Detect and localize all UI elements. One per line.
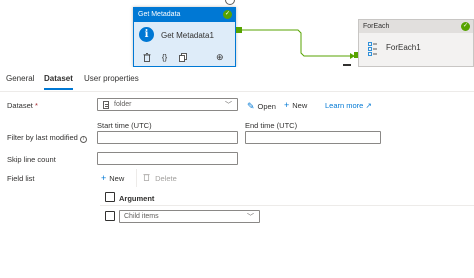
foreach-activity[interactable]: ForEach ✓ ForEach1 xyxy=(358,19,474,67)
learn-more-link[interactable]: Learn more ↗ xyxy=(325,101,372,110)
activity-name: ForEach1 xyxy=(386,43,421,52)
code-braces-icon[interactable]: {} xyxy=(160,53,169,64)
end-time-input[interactable] xyxy=(245,131,381,144)
activity-name: Get Metadata1 xyxy=(161,31,214,40)
start-time-input[interactable] xyxy=(97,131,238,144)
activity-type-header: ForEach ✓ xyxy=(359,20,473,33)
end-time-label: End time (UTC) xyxy=(245,121,298,130)
argument-column-header: Argument xyxy=(119,194,155,203)
activity-body: i Get Metadata1 {} ⊕ xyxy=(134,22,235,66)
learn-more-label: Learn more xyxy=(325,101,364,110)
skip-line-count-label: Skip line count xyxy=(7,155,56,164)
new-field-label: New xyxy=(109,174,125,183)
select-all-checkbox[interactable] xyxy=(105,192,115,202)
dataset-selected-value: folder xyxy=(114,101,132,108)
info-icon[interactable]: i xyxy=(79,136,87,143)
dataset-dropdown[interactable]: folder ﹀ xyxy=(97,98,238,111)
get-metadata-activity[interactable]: Get Metadata ✓ i Get Metadata1 {} ⊕ xyxy=(133,7,236,67)
field-list-grid-header xyxy=(100,188,474,206)
foreach-icon xyxy=(368,42,377,56)
command-separator xyxy=(136,169,137,187)
field-list-label: Field list xyxy=(7,174,35,183)
plus-icon: + xyxy=(284,100,290,110)
dataset-label-text: Dataset xyxy=(7,101,33,110)
activity-actions: {} xyxy=(142,53,187,64)
required-marker: * xyxy=(34,101,38,110)
properties-tab-bar: General Dataset User properties xyxy=(0,67,474,92)
open-dataset-button[interactable]: ✎ Open xyxy=(247,101,276,112)
output-arrow-icon[interactable]: ⊕ xyxy=(216,52,224,63)
delete-field-label: Delete xyxy=(155,174,177,183)
success-output-port[interactable] xyxy=(236,27,242,33)
tab-dataset[interactable]: Dataset xyxy=(44,74,73,90)
argument-selected-value: Child items xyxy=(124,213,159,220)
delete-icon xyxy=(143,174,152,183)
new-label: New xyxy=(292,101,308,110)
argument-dropdown[interactable]: Child items ﹀ xyxy=(119,210,260,223)
new-dataset-button[interactable]: + New xyxy=(284,100,307,110)
delete-icon[interactable] xyxy=(142,53,151,64)
dataset-icon xyxy=(103,101,109,109)
plus-icon: + xyxy=(101,173,107,183)
open-label: Open xyxy=(257,102,276,111)
copy-icon[interactable] xyxy=(178,53,187,64)
edit-pencil-icon: ✎ xyxy=(247,101,255,111)
dataset-label: Dataset * xyxy=(7,101,38,110)
foreach-expand-handle[interactable] xyxy=(343,64,351,66)
filter-label-text: Filter by last modified xyxy=(7,133,78,142)
row-checkbox[interactable] xyxy=(105,211,115,221)
add-field-button[interactable]: + New xyxy=(101,173,124,183)
start-time-label: Start time (UTC) xyxy=(97,121,152,130)
activity-type-label: ForEach xyxy=(363,23,390,30)
filter-last-modified-label: Filter by last modified i xyxy=(7,133,87,143)
chevron-down-icon: ﹀ xyxy=(247,214,254,221)
delete-field-button[interactable]: Delete xyxy=(143,173,177,183)
success-check-icon: ✓ xyxy=(461,22,470,31)
activity-type-header: Get Metadata ✓ xyxy=(134,8,235,22)
external-link-icon: ↗ xyxy=(365,101,372,110)
tab-user-properties[interactable]: User properties xyxy=(84,74,139,83)
tab-general[interactable]: General xyxy=(6,74,34,83)
pipeline-canvas[interactable]: Get Metadata ✓ i Get Metadata1 {} ⊕ ForE… xyxy=(0,0,474,67)
skip-line-count-input[interactable] xyxy=(97,152,238,165)
chevron-down-icon: ﹀ xyxy=(225,102,232,109)
activity-type-label: Get Metadata xyxy=(138,11,181,18)
success-check-icon: ✓ xyxy=(223,10,232,19)
get-metadata-info-icon: i xyxy=(139,27,154,42)
